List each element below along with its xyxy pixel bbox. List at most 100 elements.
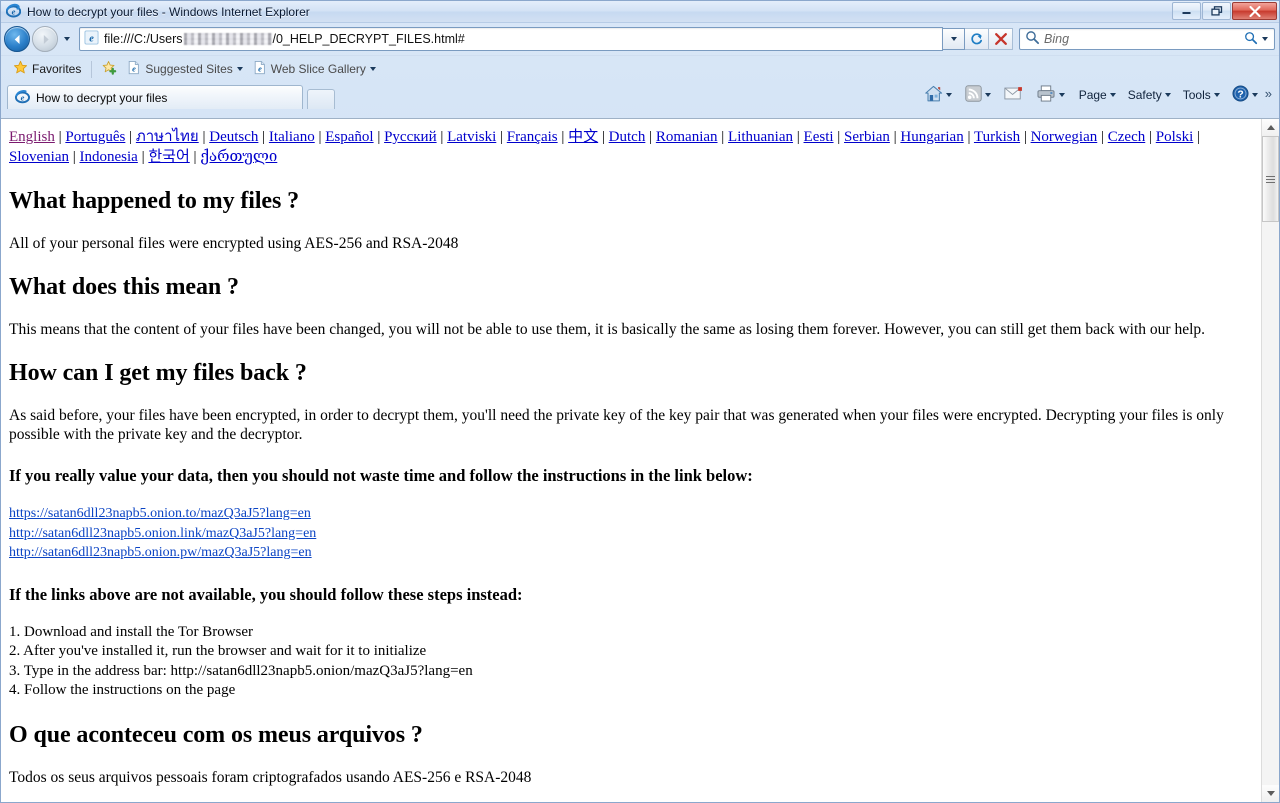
- paragraph-how-can-i-get-files-back: As said before, your files have been enc…: [9, 407, 1224, 443]
- language-link-romanian[interactable]: Romanian: [656, 129, 718, 145]
- home-button[interactable]: [920, 83, 956, 107]
- read-mail-button[interactable]: [1000, 84, 1027, 106]
- language-link-english[interactable]: English: [9, 129, 55, 145]
- triangle-down-icon: [1266, 791, 1275, 796]
- browser-tab[interactable]: e How to decrypt your files: [7, 85, 303, 109]
- web-page-document: English | Português | ภาษาไทย | Deutsch …: [1, 119, 1261, 802]
- add-favorite-icon: [102, 60, 117, 78]
- vertical-scrollbar[interactable]: [1261, 119, 1279, 802]
- language-link-czech[interactable]: Czech: [1108, 129, 1145, 145]
- onion-link-2[interactable]: http://satan6dll23napb5.onion.link/mazQ3…: [9, 524, 1253, 544]
- chevron-down-icon: [945, 93, 952, 97]
- feeds-button[interactable]: [961, 83, 995, 107]
- language-link-chinese[interactable]: 中文: [568, 129, 598, 145]
- recent-pages-button[interactable]: [59, 26, 75, 52]
- search-provider-chevron-down-icon[interactable]: [1262, 37, 1268, 41]
- toolbar-divider: [91, 60, 93, 78]
- language-link-serbian[interactable]: Serbian: [844, 129, 890, 145]
- back-button[interactable]: [4, 26, 30, 52]
- instruction-step: 4. Follow the instructions on the page: [9, 682, 236, 698]
- language-link-indonesia[interactable]: Indonesia: [80, 149, 138, 165]
- forward-button[interactable]: [32, 26, 58, 52]
- address-bar[interactable]: e file:///C:/Users/0_HELP_DECRYPT_FILES.…: [79, 27, 943, 51]
- stop-button[interactable]: [989, 28, 1013, 50]
- language-link-lithuanian[interactable]: Lithuanian: [728, 129, 793, 145]
- search-box[interactable]: Bing: [1019, 28, 1275, 50]
- ie-page-icon: e: [127, 60, 141, 78]
- chevron-down-icon: [1058, 93, 1065, 97]
- language-link-turkish[interactable]: Turkish: [974, 129, 1020, 145]
- svg-text:e: e: [89, 33, 94, 44]
- scrollbar-thumb[interactable]: [1262, 136, 1279, 222]
- safety-menu-button[interactable]: Safety: [1124, 86, 1175, 104]
- refresh-icon: [971, 32, 983, 44]
- tab-strip: e How to decrypt your files Page Safety …: [1, 82, 1279, 109]
- search-input[interactable]: Bing: [1044, 32, 1244, 46]
- language-link-francais[interactable]: Français: [507, 129, 558, 145]
- address-dropdown-button[interactable]: [943, 28, 965, 50]
- print-button[interactable]: [1032, 83, 1069, 107]
- scroll-down-button[interactable]: [1262, 785, 1279, 802]
- language-link-slovenian[interactable]: Slovenian: [9, 149, 69, 165]
- ie-logo-icon: e: [5, 3, 22, 21]
- language-link-korean[interactable]: 한국어: [148, 149, 189, 165]
- language-link-italiano[interactable]: Italiano: [269, 129, 315, 145]
- help-menu-button[interactable]: ?: [1228, 83, 1262, 107]
- language-link-dutch[interactable]: Dutch: [609, 129, 646, 145]
- language-link-norwegian[interactable]: Norwegian: [1031, 129, 1098, 145]
- instruction-steps-list: 1. Download and install the Tor Browser …: [9, 623, 1253, 701]
- onion-link-3[interactable]: http://satan6dll23napb5.onion.pw/mazQ3aJ…: [9, 543, 1253, 563]
- search-submit-icon[interactable]: [1244, 31, 1258, 48]
- onion-link-1[interactable]: https://satan6dll23napb5.onion.to/mazQ3a…: [9, 504, 1253, 524]
- svg-text:e: e: [12, 6, 16, 16]
- safety-menu-label: Safety: [1127, 88, 1162, 102]
- chevron-down-icon: [64, 37, 70, 41]
- rss-feeds-icon: [964, 85, 982, 105]
- language-link-latviski[interactable]: Latviski: [447, 129, 496, 145]
- url-suffix: /0_HELP_DECRYPT_FILES.html#: [272, 32, 465, 46]
- language-link-deutsch[interactable]: Deutsch: [209, 129, 258, 145]
- language-link-thai[interactable]: ภาษาไทย: [136, 129, 199, 145]
- web-slice-gallery-button[interactable]: e Web Slice Gallery: [248, 58, 381, 80]
- close-button[interactable]: [1232, 2, 1277, 20]
- add-to-favorites-bar-button[interactable]: [97, 58, 122, 80]
- svg-text:?: ?: [1237, 89, 1243, 100]
- instruction-step: 3. Type in the address bar: http://satan…: [9, 662, 473, 679]
- scrollbar-track[interactable]: [1262, 136, 1279, 785]
- heading-links-not-available: If the links above are not available, yo…: [9, 584, 523, 604]
- favorites-button[interactable]: Favorites: [8, 58, 86, 80]
- navigation-toolbar: e file:///C:/Users/0_HELP_DECRYPT_FILES.…: [1, 23, 1279, 55]
- page-menu-button[interactable]: Page: [1075, 86, 1120, 104]
- url-prefix: file:///C:/Users: [104, 32, 183, 46]
- command-bar-overflow-button[interactable]: »: [1262, 87, 1275, 104]
- chevron-down-icon: [236, 67, 243, 71]
- language-link-polski[interactable]: Polski: [1156, 129, 1194, 145]
- forward-arrow-icon: [43, 34, 49, 44]
- new-tab-button[interactable]: [307, 89, 335, 109]
- tab-favicon-icon: e: [15, 89, 30, 107]
- chevron-down-icon: [1164, 93, 1171, 97]
- chevron-down-icon: [369, 67, 376, 71]
- language-link-espanol[interactable]: Español: [325, 129, 373, 145]
- language-link-portugues[interactable]: Português: [65, 129, 125, 145]
- search-icon: [1025, 30, 1040, 48]
- heading-portuguese-what-happened: O que aconteceu com os meus arquivos ?: [9, 721, 423, 748]
- suggested-sites-button[interactable]: e Suggested Sites: [122, 58, 247, 80]
- scroll-up-button[interactable]: [1262, 119, 1279, 136]
- refresh-button[interactable]: [965, 28, 989, 50]
- url-redacted-segment: [183, 33, 272, 45]
- language-link-eesti[interactable]: Eesti: [804, 129, 834, 145]
- window-title: How to decrypt your files - Windows Inte…: [27, 4, 310, 19]
- paragraph-what-happened: All of your personal files were encrypte…: [9, 235, 459, 252]
- language-link-russian[interactable]: Русский: [384, 129, 437, 145]
- ie-page-icon: e: [253, 60, 267, 78]
- restore-button[interactable]: [1202, 2, 1231, 20]
- mail-icon: [1004, 86, 1023, 104]
- home-icon: [924, 85, 943, 105]
- minimize-button[interactable]: [1172, 2, 1201, 20]
- language-link-georgian[interactable]: ქართული: [200, 149, 277, 165]
- title-bar: e How to decrypt your files - Windows In…: [1, 1, 1279, 23]
- tools-menu-button[interactable]: Tools: [1179, 86, 1224, 104]
- page-favicon-icon: e: [84, 30, 99, 48]
- language-link-hungarian[interactable]: Hungarian: [900, 129, 963, 145]
